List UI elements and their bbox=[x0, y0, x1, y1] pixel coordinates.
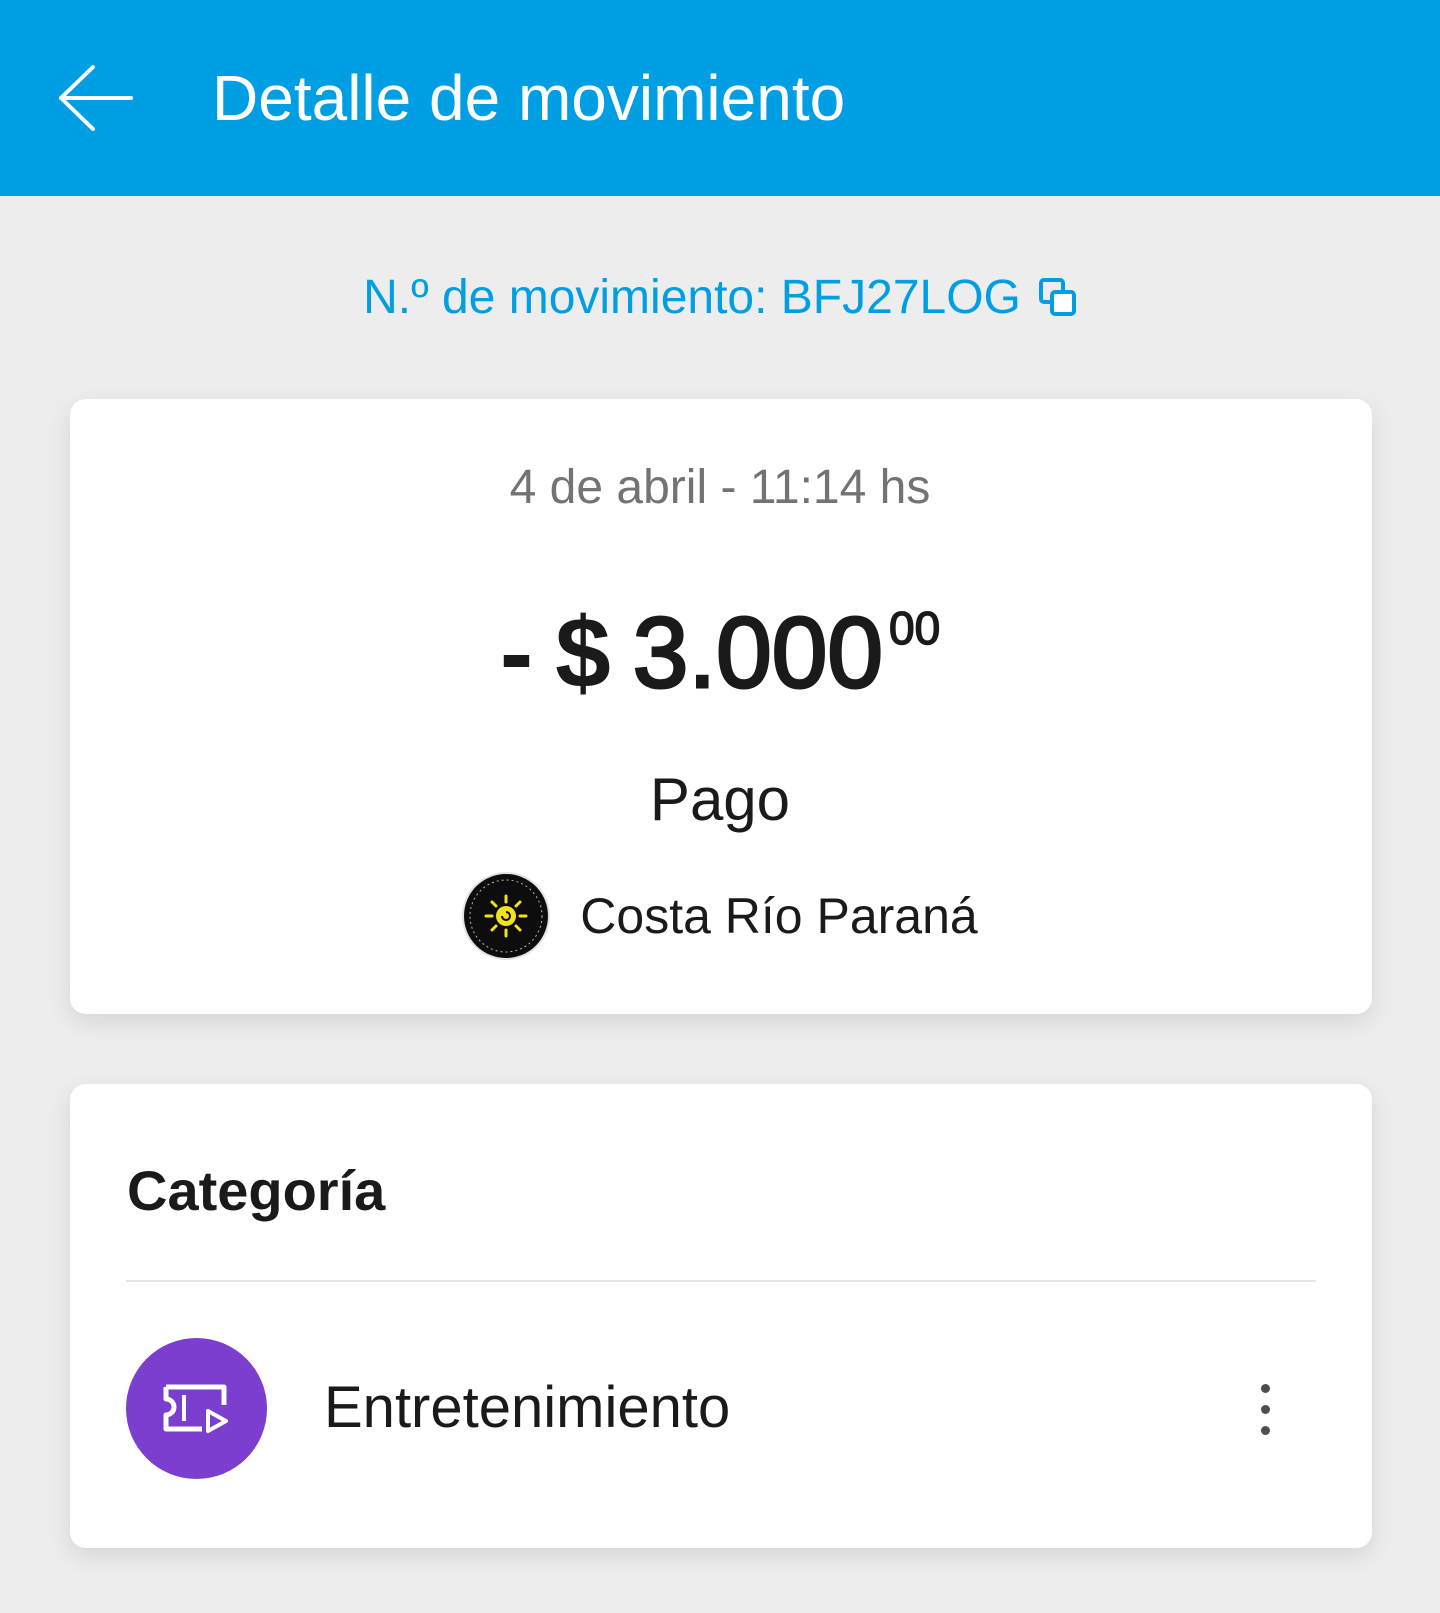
page-title: Detalle de movimiento bbox=[212, 62, 846, 134]
amount-integer: 3.000 bbox=[631, 597, 884, 710]
amount-cents: 00 bbox=[888, 601, 941, 655]
back-button[interactable] bbox=[50, 58, 140, 138]
category-avatar bbox=[126, 1338, 267, 1479]
copy-icon[interactable] bbox=[1038, 277, 1077, 318]
ticket-icon bbox=[163, 1384, 228, 1433]
category-label: Entretenimiento bbox=[324, 1375, 731, 1440]
movement-type: Pago bbox=[649, 766, 791, 833]
category-section-title: Categoría bbox=[127, 1159, 386, 1222]
more-options-button[interactable] bbox=[1240, 1368, 1290, 1450]
movement-id: N.º de movimiento: BFJ27LOG bbox=[0, 270, 1440, 325]
merchant-logo bbox=[462, 872, 551, 960]
more-vertical-icon-dot bbox=[1260, 1404, 1270, 1414]
merchant-name: Costa Río Paraná bbox=[580, 888, 978, 944]
amount: - $ 3.000 00 bbox=[0, 597, 1440, 710]
arrow-left-icon bbox=[59, 65, 133, 131]
merchant-logo-sun-icon bbox=[469, 879, 543, 953]
amount-currency: $ bbox=[555, 597, 611, 709]
divider bbox=[126, 1280, 1316, 1282]
movement-date: 4 de abril - 11:14 hs bbox=[509, 461, 931, 514]
more-vertical-icon-dot bbox=[1260, 1383, 1270, 1393]
more-vertical-icon-dot bbox=[1260, 1425, 1270, 1435]
merchant: Costa Río Paraná bbox=[0, 872, 1440, 960]
app-bar: Detalle de movimiento bbox=[0, 0, 1440, 196]
amount-sign: - bbox=[499, 597, 534, 709]
category-row[interactable]: Entretenimiento bbox=[126, 1338, 1316, 1480]
movement-id-label: N.º de movimiento: BFJ27LOG bbox=[363, 271, 1021, 324]
